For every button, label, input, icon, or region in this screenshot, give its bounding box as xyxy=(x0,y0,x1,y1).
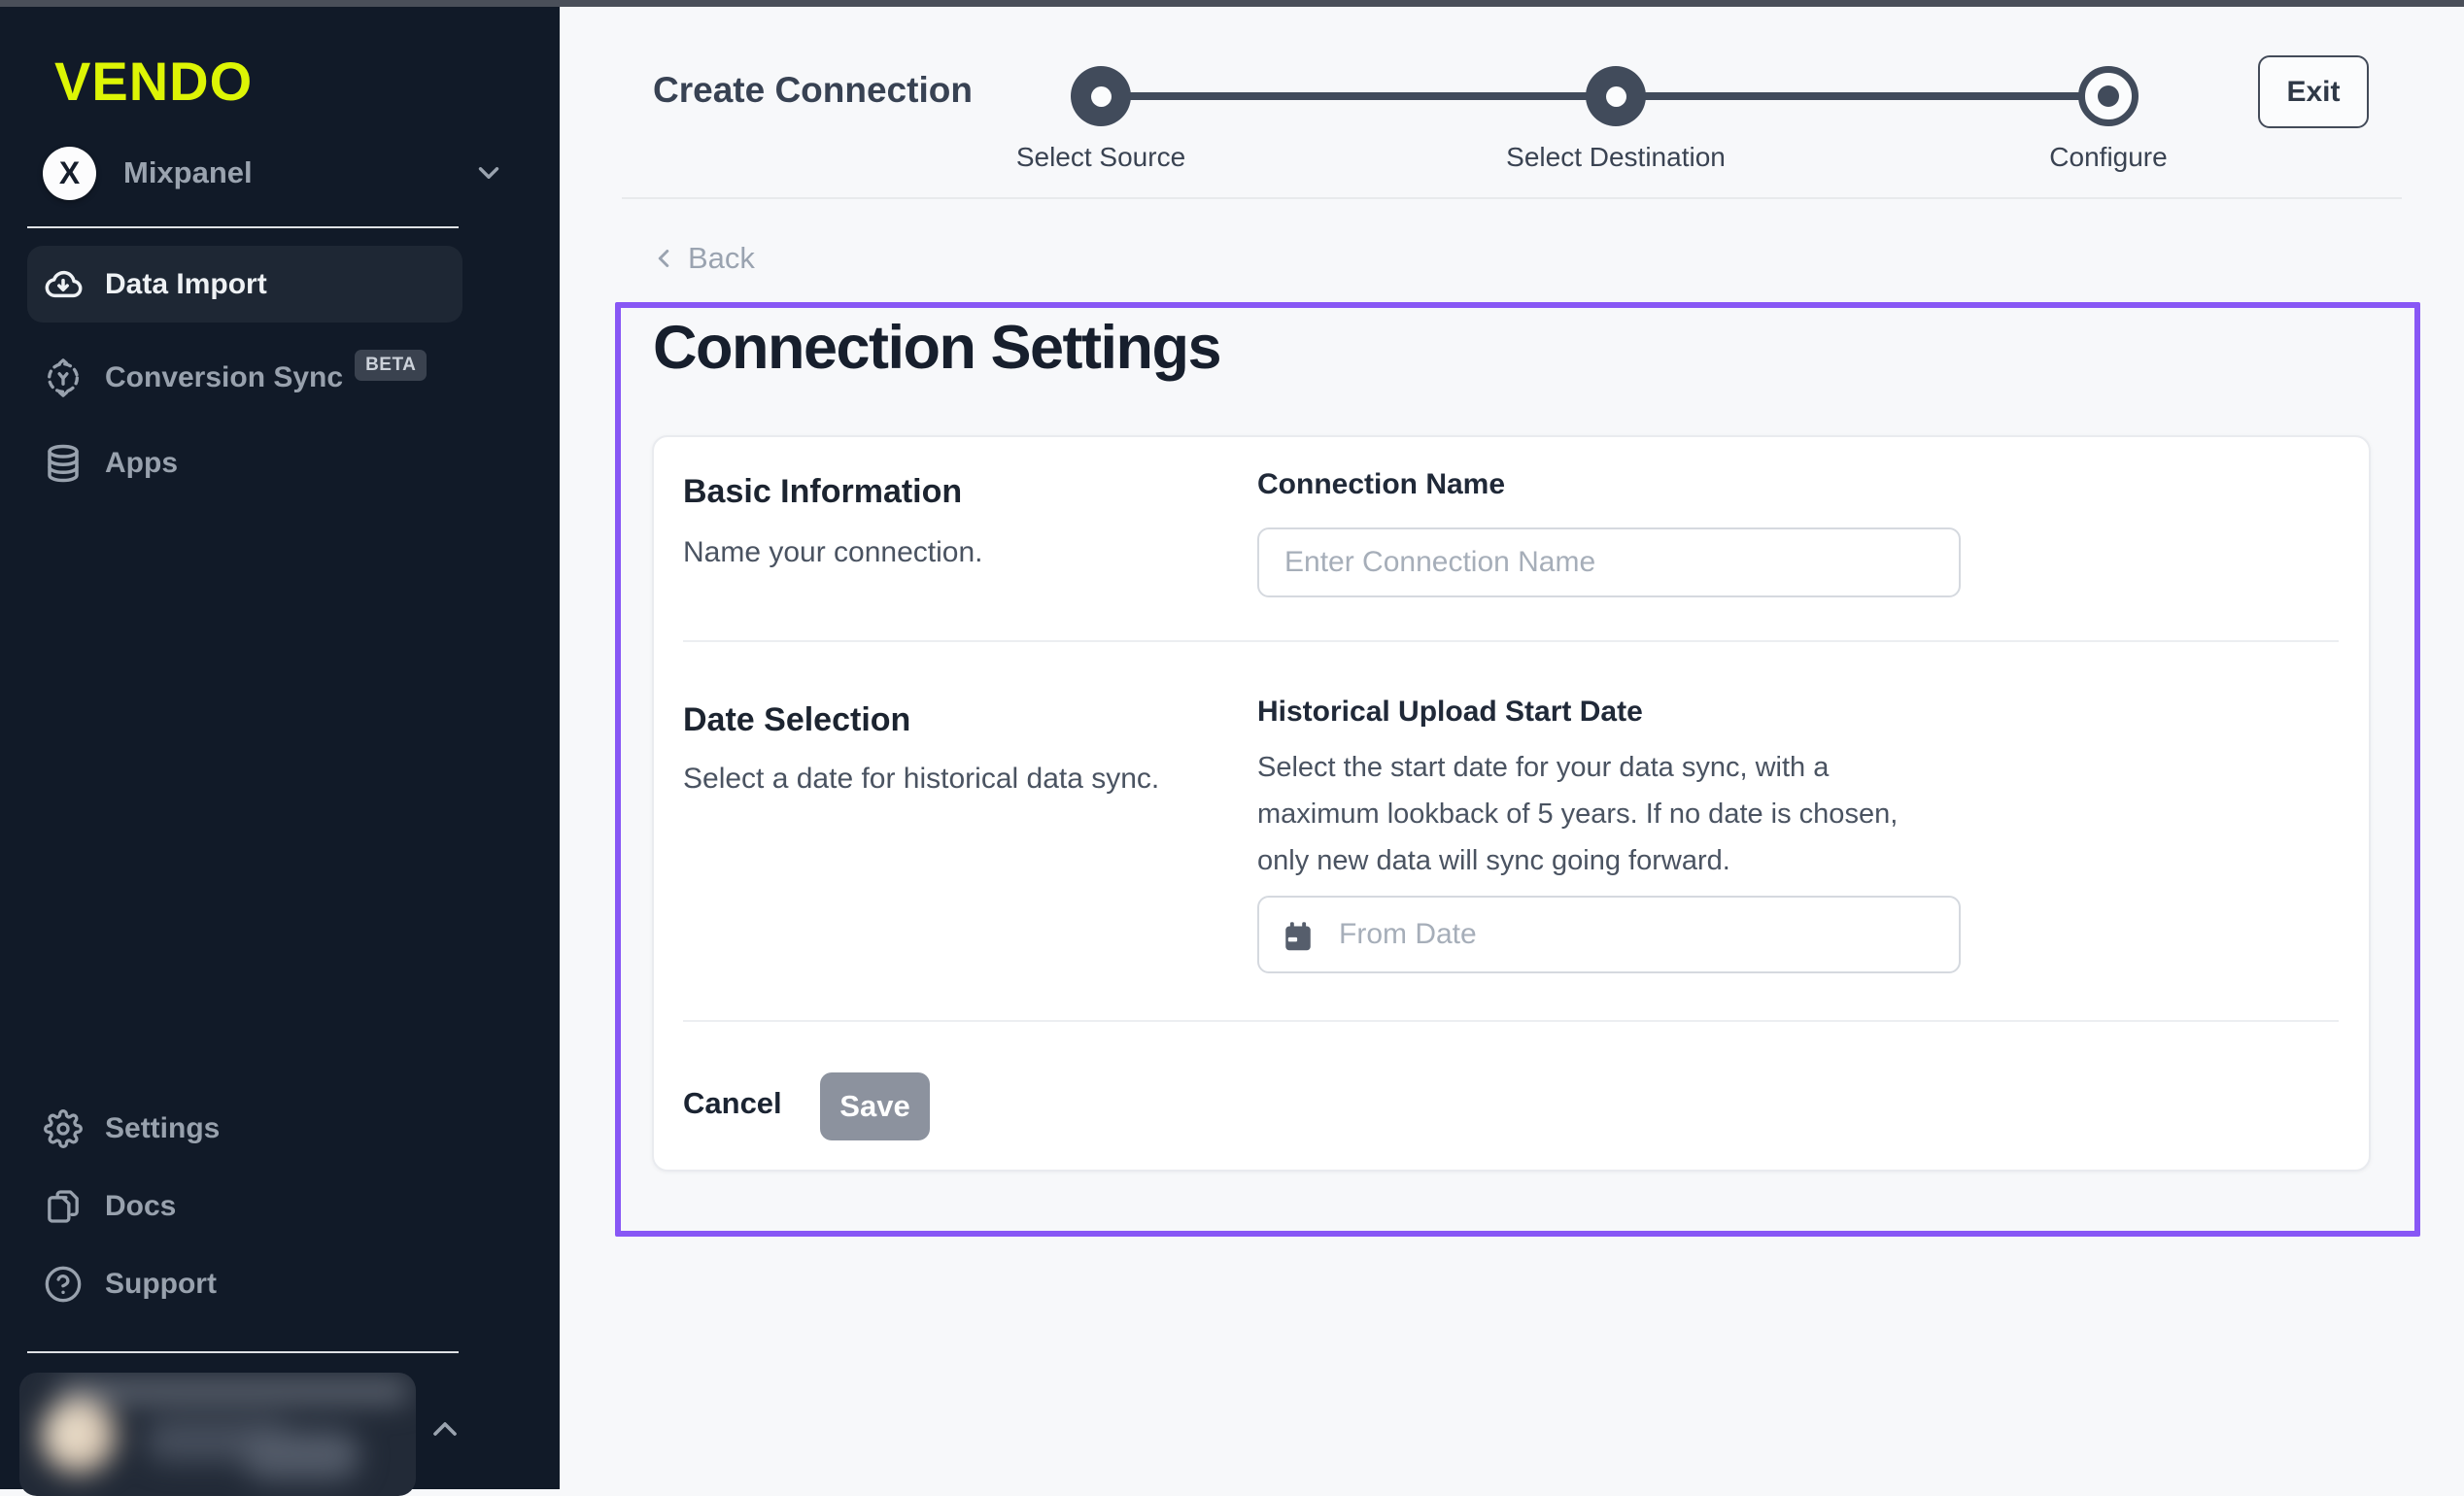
step-label-select-destination: Select Destination xyxy=(1421,142,1810,173)
vendo-logo: VENDO xyxy=(54,50,253,113)
workspace-switcher[interactable]: X Mixpanel xyxy=(29,139,530,207)
sidebar-item-label: Data Import xyxy=(105,268,267,301)
historical-upload-label: Historical Upload Start Date xyxy=(1257,696,1643,729)
stepper-line-2 xyxy=(1638,92,2085,100)
sidebar-item-support[interactable]: Support xyxy=(27,1250,462,1318)
chevron-down-icon xyxy=(472,156,505,189)
from-date-input[interactable] xyxy=(1257,896,1961,973)
sidebar-item-docs[interactable]: Docs xyxy=(27,1173,462,1241)
step-circle-configure xyxy=(2078,66,2139,126)
sidebar-item-label: Conversion Sync xyxy=(105,361,343,394)
docs-icon xyxy=(43,1186,84,1227)
sidebar-item-label: Docs xyxy=(105,1190,176,1223)
step-circle-select-source xyxy=(1071,66,1131,126)
sidebar-item-settings[interactable]: Settings xyxy=(27,1095,462,1163)
avatar xyxy=(41,1398,117,1474)
back-link[interactable]: Back xyxy=(649,241,755,276)
sidebar-item-conversion-sync[interactable]: Conversion Sync BETA xyxy=(27,339,462,416)
sidebar-item-label: Apps xyxy=(105,447,178,480)
exit-button[interactable]: Exit xyxy=(2258,55,2369,128)
section-title-basic-information: Basic Information xyxy=(683,473,962,511)
section-title-date-selection: Date Selection xyxy=(683,701,910,739)
sidebar-item-label: Support xyxy=(105,1268,217,1301)
chevron-left-icon xyxy=(649,244,678,273)
window-top-strip xyxy=(0,0,2464,7)
sidebar-item-data-import[interactable]: Data Import xyxy=(27,246,462,323)
sidebar-divider-top xyxy=(27,226,459,228)
section-desc-date-selection: Select a date for historical data sync. xyxy=(683,763,1159,796)
step-label-select-source: Select Source xyxy=(907,142,1295,173)
sidebar-item-label: Settings xyxy=(105,1112,220,1145)
cloud-download-icon xyxy=(43,264,84,305)
sidebar-divider-bottom xyxy=(27,1351,459,1353)
help-icon xyxy=(43,1264,84,1305)
sidebar-item-apps[interactable]: Apps xyxy=(27,425,462,501)
card-divider-1 xyxy=(683,640,2339,642)
page-title: Create Connection xyxy=(653,70,973,111)
panel-title: Connection Settings xyxy=(653,313,1220,383)
user-account-blurred[interactable] xyxy=(19,1373,416,1496)
sidebar: VENDO X Mixpanel Data Import Conve xyxy=(0,7,560,1489)
card-divider-2 xyxy=(683,1020,2339,1022)
step-label-configure: Configure xyxy=(1914,142,2303,173)
save-button[interactable]: Save xyxy=(820,1072,930,1140)
calendar-icon xyxy=(1281,919,1316,954)
workspace-name: Mixpanel xyxy=(123,155,472,190)
beta-badge: BETA xyxy=(355,350,427,381)
step-circle-select-destination xyxy=(1586,66,1646,126)
blurred-user-info xyxy=(19,1373,416,1496)
sync-icon xyxy=(43,357,84,398)
chevron-up-icon[interactable] xyxy=(426,1410,464,1448)
header-divider xyxy=(622,197,2402,199)
historical-upload-help: Select the start date for your data sync… xyxy=(1257,744,1928,884)
connection-name-input[interactable] xyxy=(1257,527,1961,597)
database-icon xyxy=(43,443,84,484)
cancel-button[interactable]: Cancel xyxy=(683,1086,782,1121)
back-label: Back xyxy=(688,241,755,276)
stepper-line-1 xyxy=(1127,92,1593,100)
connection-name-label: Connection Name xyxy=(1257,468,1505,501)
section-desc-basic-information: Name your connection. xyxy=(683,536,983,569)
gear-icon xyxy=(43,1108,84,1149)
mixpanel-logo-icon: X xyxy=(43,147,96,200)
